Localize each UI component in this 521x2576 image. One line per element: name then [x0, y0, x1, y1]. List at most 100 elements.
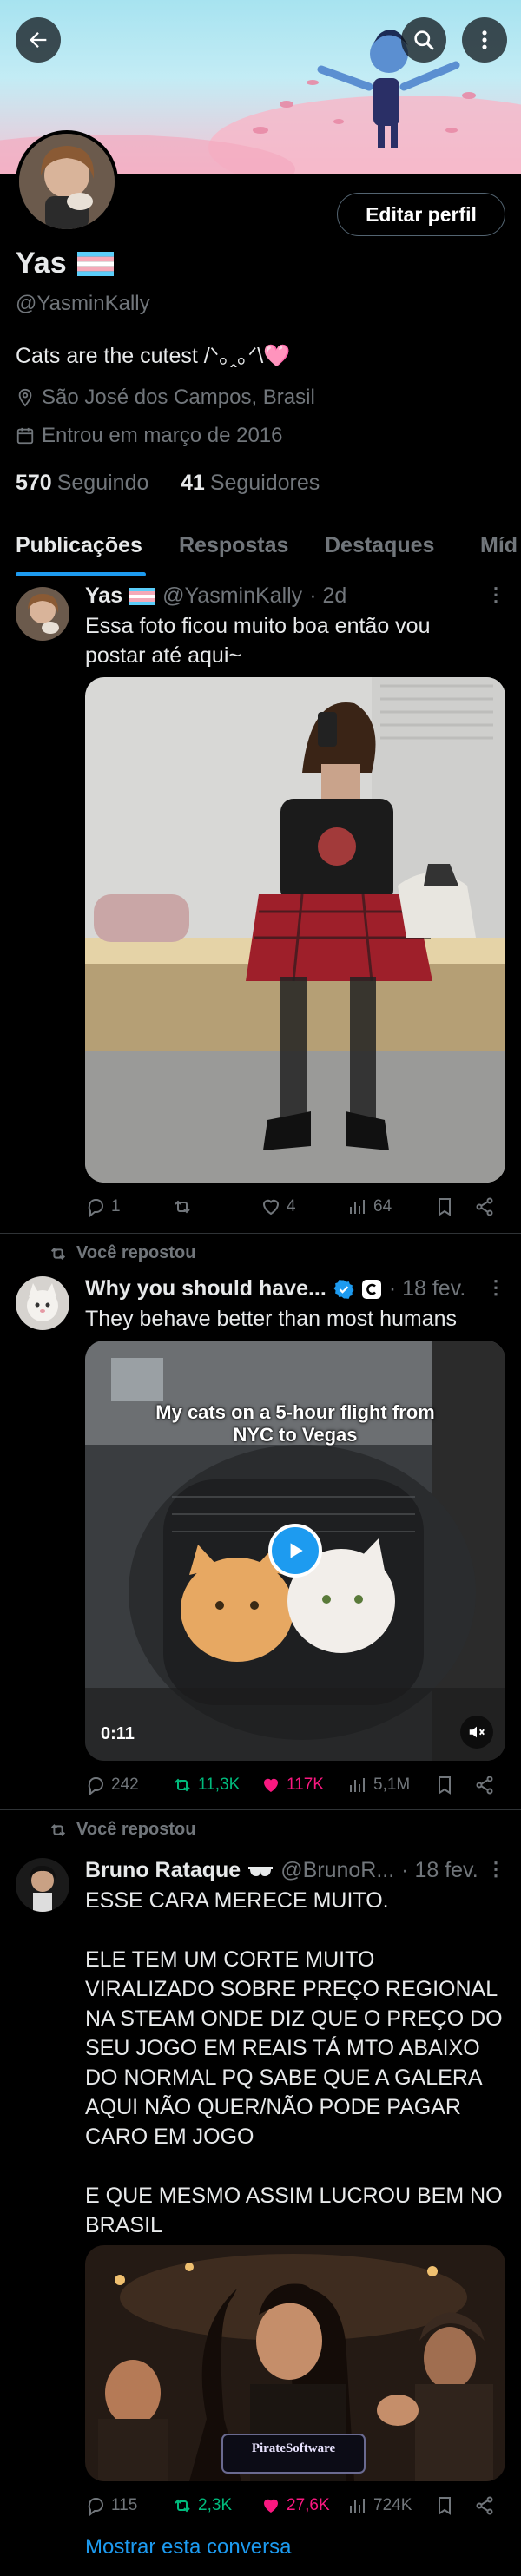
post-2-avatar[interactable]	[16, 1276, 69, 1330]
reply-count: 1	[111, 1197, 121, 1216]
repost-button[interactable]: 11,3K	[172, 1775, 240, 1795]
more-options-button[interactable]	[462, 17, 507, 63]
bookmark-button[interactable]	[434, 2495, 455, 2516]
post-time[interactable]: · 2d	[309, 583, 346, 609]
views-chart-icon	[350, 1778, 365, 1792]
views-count: 724K	[373, 2496, 412, 2514]
views-chart-icon	[350, 2499, 365, 2513]
views-button[interactable]: 64	[347, 1196, 392, 1217]
like-count: 117K	[287, 1776, 324, 1794]
muted-speaker-icon	[469, 1726, 485, 1738]
profile-tabs: Publicações Respostas Destaques Míd	[0, 521, 521, 576]
joined-text: Entrou em março de 2016	[42, 424, 283, 447]
bookmark-button[interactable]	[434, 1775, 455, 1795]
like-count: 27,6K	[287, 2496, 330, 2514]
divider	[0, 1809, 521, 1810]
post-1-photo[interactable]	[85, 677, 505, 1183]
reply-button[interactable]: 1	[85, 1196, 121, 1217]
views-button[interactable]: 724K	[347, 2495, 412, 2516]
share-button[interactable]	[474, 1775, 495, 1795]
play-button[interactable]	[268, 1524, 322, 1578]
reply-icon	[88, 1777, 103, 1795]
share-button[interactable]	[474, 1196, 495, 1217]
post-3-more-button[interactable]: ⋮	[486, 1858, 506, 1881]
post-3-header: Bruno Rataque @BrunoR... · 18 fev.	[85, 1858, 478, 1883]
bookmark-button[interactable]	[434, 1196, 455, 1217]
bookmark-icon	[439, 1776, 451, 1795]
post-1-avatar[interactable]	[16, 587, 69, 641]
like-button[interactable]: 117K	[260, 1775, 324, 1795]
tab-highlights[interactable]: Destaques	[325, 533, 434, 558]
heart-filled-icon	[264, 1778, 278, 1792]
repost-button[interactable]: 2,3K	[172, 2495, 232, 2516]
author-name[interactable]: Why you should have...	[85, 1276, 326, 1301]
author-name[interactable]: Yas	[85, 583, 122, 609]
tab-replies[interactable]: Respostas	[179, 533, 288, 558]
reply-count: 242	[111, 1776, 139, 1794]
tab-posts[interactable]: Publicações	[16, 533, 142, 558]
repost-icon	[50, 1823, 66, 1836]
followers-link[interactable]: 41 Seguidores	[181, 471, 320, 496]
profile-joined: Entrou em março de 2016	[16, 424, 283, 448]
repost-count: 2,3K	[198, 2496, 233, 2514]
following-link[interactable]: 570 Seguindo	[16, 471, 148, 496]
verified-badge-icon	[333, 1279, 354, 1299]
location-pin-icon	[18, 388, 32, 407]
tab-media[interactable]: Míd	[480, 533, 518, 558]
show-thread-link[interactable]: Mostrar esta conversa	[85, 2535, 291, 2560]
repost-icon	[175, 2499, 190, 2513]
mirror-selfie-image	[85, 677, 505, 1183]
bookmark-icon	[439, 2497, 451, 2515]
post-3-text: ESSE CARA MERECE MUITO. ELE TEM UM CORTE…	[85, 1888, 503, 2237]
repost-label: Você repostou	[76, 1243, 196, 1262]
post-time[interactable]: · 18 fev.	[401, 1858, 478, 1883]
author-handle[interactable]: @BrunoR...	[280, 1858, 394, 1883]
views-button[interactable]: 5,1M	[347, 1775, 410, 1795]
followers-count: 41	[181, 471, 205, 495]
profile-bio: Cats are the cutest /ᐠ｡ꞈ｡ᐟ\🩷	[16, 344, 291, 368]
profile-name: Yas	[16, 247, 67, 280]
avatar-photo	[16, 587, 69, 641]
back-button[interactable]	[16, 17, 61, 63]
author-name[interactable]: Bruno Rataque	[85, 1858, 241, 1883]
repost-icon	[175, 1200, 190, 1214]
avatar-photo	[19, 134, 115, 229]
profile-avatar[interactable]	[16, 130, 118, 233]
post-2-repost-indicator: Você repostou	[49, 1243, 195, 1263]
share-button[interactable]	[474, 2495, 495, 2516]
post-3-avatar[interactable]	[16, 1858, 69, 1912]
mute-button[interactable]	[460, 1716, 493, 1749]
edit-profile-button[interactable]: Editar perfil	[337, 193, 505, 236]
author-handle[interactable]: @YasminKally	[162, 583, 302, 609]
heart-icon	[262, 1199, 280, 1216]
views-count: 5,1M	[373, 1776, 411, 1794]
views-count: 64	[373, 1197, 392, 1216]
post-2-video[interactable]: My cats on a 5-hour flight from NYC to V…	[85, 1341, 505, 1761]
reply-count: 115	[111, 2496, 138, 2514]
search-button[interactable]	[401, 17, 446, 63]
profile-name-row: Yas	[16, 247, 114, 280]
share-icon	[476, 2496, 493, 2515]
post-1-text: Essa foto ficou muito boa então vou post…	[85, 614, 431, 668]
views-chart-icon	[350, 1200, 365, 1214]
bookmark-icon	[439, 1198, 451, 1216]
share-icon	[476, 1776, 493, 1795]
like-button[interactable]: 27,6K	[260, 2495, 330, 2516]
post-3-photo[interactable]: PirateSoftware	[85, 2245, 505, 2481]
repost-button[interactable]	[172, 1196, 198, 1217]
location-text: São José dos Campos, Brasil	[42, 385, 315, 409]
like-button[interactable]: 4	[260, 1196, 296, 1217]
post-time[interactable]: · 18 fev.	[389, 1276, 465, 1301]
following-label: Seguindo	[56, 471, 149, 495]
post-1-more-button[interactable]: ⋮	[486, 583, 506, 606]
reply-button[interactable]: 242	[85, 1775, 139, 1795]
repost-icon	[175, 1778, 190, 1792]
profile-handle: @YasminKally	[16, 292, 150, 315]
post-2-more-button[interactable]: ⋮	[486, 1276, 506, 1299]
followers-label: Seguidores	[209, 471, 320, 495]
search-icon	[414, 30, 434, 50]
heart-filled-icon	[264, 2499, 278, 2513]
video-duration: 0:11	[101, 1724, 135, 1743]
reply-button[interactable]: 115	[85, 2495, 137, 2516]
following-count: 570	[16, 471, 52, 495]
